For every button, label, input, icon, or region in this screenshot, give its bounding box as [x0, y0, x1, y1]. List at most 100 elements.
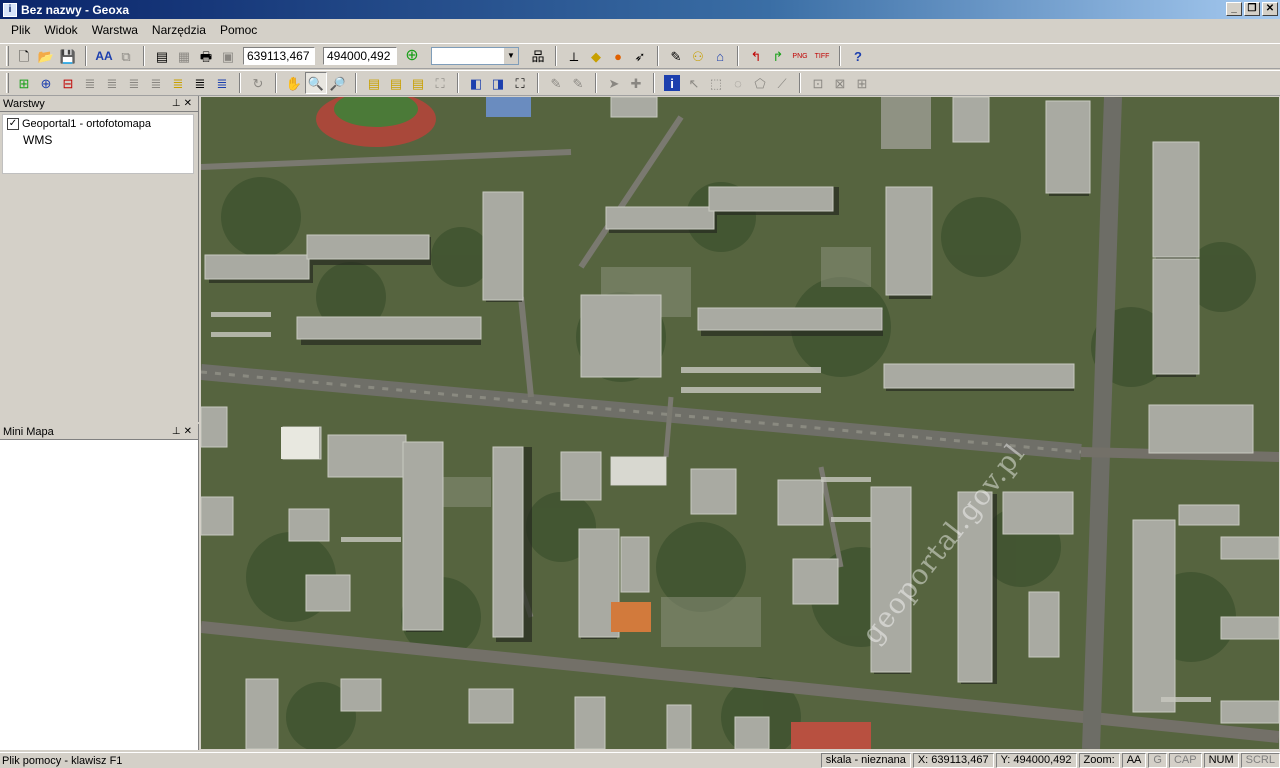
menu-narzedzia[interactable]: Narzędzia [145, 19, 213, 41]
minimap-panel-header: Mini Mapa ⊥✕ [0, 424, 198, 440]
menu-widok[interactable]: Widok [37, 19, 84, 41]
zoom-in-icon[interactable]: 🔍 [305, 72, 327, 94]
print-preview-icon[interactable]: ▦ [173, 45, 195, 67]
zoom-previous-icon[interactable]: ◧ [465, 72, 487, 94]
zoom-selection-icon[interactable]: ▤ [407, 72, 429, 94]
save-icon[interactable]: 💾 [57, 45, 79, 67]
info-tool-icon[interactable]: i [664, 75, 680, 91]
print-icon[interactable]: 🖶 [195, 45, 217, 67]
menu-warstwa[interactable]: Warstwa [85, 19, 145, 41]
status-y: Y: 494000,492 [995, 753, 1077, 768]
restore-button[interactable]: ❐ [1244, 2, 1260, 16]
clear-selection-icon[interactable]: ⊡ [807, 72, 829, 94]
coord-y-field[interactable]: 494000,492 [323, 47, 397, 65]
status-x: X: 639113,467 [912, 753, 994, 768]
toolbar-grip[interactable] [6, 73, 9, 93]
layers-list: ✓ Geoportal1 - ortofotomapa WMS [2, 114, 194, 174]
layers-panel-header: Warstwy ⊥✕ [0, 96, 198, 112]
close-icon[interactable]: ✕ [184, 426, 195, 437]
draw-polygon-icon[interactable]: ✎ [567, 72, 589, 94]
tiff-export-icon[interactable]: TIFF [811, 45, 833, 67]
zoom-next-icon[interactable]: ◨ [487, 72, 509, 94]
add-layer-icon[interactable]: ⊞ [13, 72, 35, 94]
open-folder-icon[interactable]: 📂 [35, 45, 57, 67]
measure-icon[interactable]: ⟂ [563, 45, 585, 67]
map-view[interactable]: geoportal.gov.pl [201, 97, 1279, 749]
status-help: Plik pomocy - klawisz F1 [2, 754, 123, 767]
select-arrow-icon[interactable]: ↖ [683, 72, 705, 94]
select-rect-icon[interactable]: ⬚ [705, 72, 727, 94]
pan-hand-icon[interactable]: ✋ [283, 72, 305, 94]
main-toolbar: 🗋 📂 💾 AA ⧉ ▤ ▦ 🖶 ▣ 639113,467 494000,492… [0, 43, 1280, 69]
layer-edit-icon[interactable]: ≣ [189, 72, 211, 94]
draw-line-icon[interactable]: ✎ [545, 72, 567, 94]
home-icon[interactable]: ⌂ [709, 45, 731, 67]
menu-plik[interactable]: Plik [4, 19, 37, 41]
help-icon[interactable]: ? [847, 45, 869, 67]
close-button[interactable]: ✕ [1262, 2, 1278, 16]
layers-copy-icon[interactable]: ⧉ [115, 45, 137, 67]
antialias-icon[interactable]: AA [93, 45, 115, 67]
search-objects-icon[interactable]: ⚇ [687, 45, 709, 67]
window-title: Bez nazwy - Geoxa [21, 2, 130, 17]
pin-icon[interactable]: ⊥ [172, 98, 184, 109]
layer-properties-icon[interactable]: ≣ [167, 72, 189, 94]
status-cap: CAP [1168, 753, 1202, 768]
select-circle-icon[interactable]: ◌ [727, 72, 749, 94]
scale-combo[interactable]: ▼ [431, 47, 519, 65]
network-icon[interactable]: 品 [527, 45, 549, 67]
add-wms-icon[interactable]: ⊕ [35, 72, 57, 94]
goto-coordinates-icon[interactable]: ⊕ [401, 45, 423, 67]
select-polygon-icon[interactable]: ⬠ [749, 72, 771, 94]
globe-icon[interactable]: ● [607, 45, 629, 67]
layer-visibility-checkbox[interactable]: ✓ [7, 118, 19, 130]
zoom-fit-icon[interactable]: ⛶ [509, 72, 531, 94]
chevron-down-icon[interactable]: ▼ [504, 48, 518, 64]
zoom-extent-icon[interactable]: ⛶ [429, 72, 451, 94]
png-export-icon[interactable]: PNG [789, 45, 811, 67]
zoom-all-icon[interactable]: ▤ [385, 72, 407, 94]
window-icon[interactable]: ▤ [151, 45, 173, 67]
remove-layer-icon[interactable]: ⊟ [57, 72, 79, 94]
toolbar-grip[interactable] [6, 46, 9, 66]
pin-icon[interactable]: ⊥ [172, 426, 184, 437]
arrow-tool-icon[interactable]: ➶ [629, 45, 651, 67]
export-icon[interactable]: ↰ [745, 45, 767, 67]
minimap-panel-title: Mini Mapa [3, 425, 54, 438]
import-icon[interactable]: ↱ [767, 45, 789, 67]
layer-bottom-icon[interactable]: ≣ [145, 72, 167, 94]
select-line-icon[interactable]: ⟋ [771, 72, 793, 94]
info-icon: i [3, 2, 17, 17]
selection-props-icon[interactable]: ⊞ [851, 72, 873, 94]
status-bar: Plik pomocy - klawisz F1 skala - nieznan… [0, 752, 1280, 768]
layer-top-icon[interactable]: ≣ [123, 72, 145, 94]
add-point-icon[interactable]: ✚ [625, 72, 647, 94]
layer-item[interactable]: ✓ Geoportal1 - ortofotomapa [3, 115, 193, 133]
invert-selection-icon[interactable]: ⊠ [829, 72, 851, 94]
layer-info-icon[interactable]: ≣ [211, 72, 233, 94]
status-num: NUM [1203, 753, 1239, 768]
orthophoto-map[interactable] [201, 97, 1279, 749]
coord-x-field[interactable]: 639113,467 [243, 47, 315, 65]
layer-up-icon[interactable]: ≣ [79, 72, 101, 94]
status-aa: AA [1121, 753, 1147, 768]
select-icon[interactable]: ➤ [603, 72, 625, 94]
layer-name[interactable]: Geoportal1 - ortofotomapa [22, 118, 151, 130]
status-scrl: SCRL [1240, 753, 1280, 768]
minimap-panel: Mini Mapa ⊥✕ [0, 424, 199, 750]
menu-pomoc[interactable]: Pomoc [213, 19, 264, 41]
close-icon[interactable]: ✕ [184, 98, 195, 109]
layers-panel: Warstwy ⊥✕ ✓ Geoportal1 - ortofotomapa W… [0, 96, 199, 422]
print-setup-icon[interactable]: ▣ [217, 45, 239, 67]
layer-down-icon[interactable]: ≣ [101, 72, 123, 94]
tag-icon[interactable]: ◆ [585, 45, 607, 67]
refresh-icon[interactable]: ↻ [247, 72, 269, 94]
map-toolbar: ⊞ ⊕ ⊟ ≣ ≣ ≣ ≣ ≣ ≣ ≣ ↻ ✋ 🔍 🔎 ▤ ▤ ▤ ⛶ ◧ ◨ … [0, 70, 1280, 96]
zoom-out-icon[interactable]: 🔎 [327, 72, 349, 94]
minimize-button[interactable]: _ [1226, 2, 1242, 16]
zoom-layer-icon[interactable]: ▤ [363, 72, 385, 94]
status-zoom: Zoom: [1078, 753, 1120, 768]
edit-list-icon[interactable]: ✎ [665, 45, 687, 67]
new-file-icon[interactable]: 🗋 [13, 45, 35, 67]
layers-panel-title: Warstwy [3, 97, 45, 110]
